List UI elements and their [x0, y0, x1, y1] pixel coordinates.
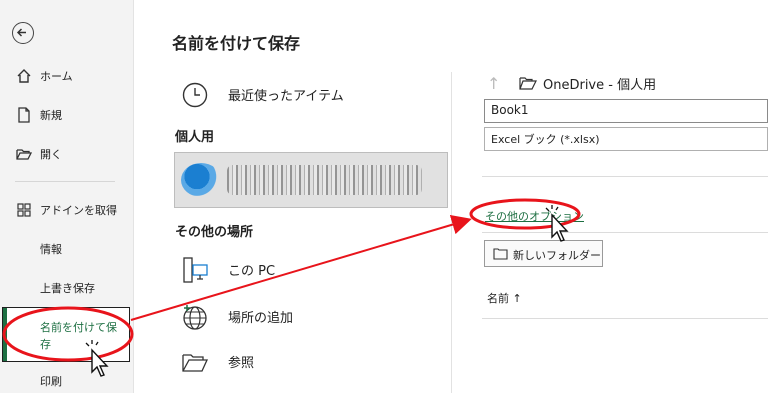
sidebar-item-open[interactable]: 開く — [0, 140, 133, 168]
sidebar-divider — [15, 181, 115, 182]
breadcrumb-location[interactable]: OneDrive - 個人用 — [543, 74, 656, 93]
new-document-icon — [18, 107, 30, 123]
divider — [482, 318, 768, 319]
home-icon — [17, 69, 31, 83]
this-pc-icon — [183, 257, 208, 283]
browse-folder-icon — [182, 354, 209, 372]
sidebar-item-label: ホーム — [40, 70, 73, 83]
up-arrow-icon[interactable]: ↑ — [487, 74, 500, 93]
divider — [482, 232, 768, 233]
new-folder-button[interactable]: 新しいフォルダー — [484, 240, 603, 267]
back-arrow-icon[interactable] — [12, 22, 34, 44]
new-folder-label: 新しいフォルダー — [513, 249, 601, 262]
sidebar-item-label: 印刷 — [40, 375, 62, 388]
divider — [482, 176, 768, 177]
sidebar-item-label: 上書き保存 — [40, 282, 95, 295]
sidebar-item-save-as[interactable]: 名前を付けて保存 — [2, 307, 130, 362]
account-avatar — [181, 163, 221, 197]
active-indicator — [3, 308, 7, 361]
sidebar-item-info[interactable]: 情報 — [0, 235, 133, 263]
onedrive-account-tile[interactable] — [174, 152, 448, 208]
addins-grid-icon — [17, 203, 31, 217]
section-header-personal: 個人用 — [175, 130, 215, 145]
filename-input[interactable]: Book1 — [484, 99, 768, 123]
new-folder-icon — [493, 248, 508, 260]
sidebar-item-label: 情報 — [40, 243, 62, 256]
filetype-select[interactable]: Excel ブック (*.xlsx) — [484, 127, 768, 151]
redacted-account-name — [227, 165, 422, 195]
sidebar-item-save[interactable]: 上書き保存 — [0, 274, 133, 302]
clock-icon — [182, 82, 208, 108]
sidebar-item-label: 新規 — [40, 109, 62, 122]
sidebar-item-label: 開く — [40, 148, 62, 161]
location-add-place[interactable]: 場所の追加 — [170, 296, 445, 336]
sidebar-item-home[interactable]: ホーム — [0, 62, 133, 90]
sidebar-item-label: アドインを取得 — [40, 204, 117, 217]
sidebar-item-label: 名前を付けて保存 — [40, 321, 117, 351]
location-label: 最近使ったアイテム — [228, 88, 344, 104]
location-label: この PC — [228, 263, 276, 279]
column-divider — [451, 72, 452, 393]
location-this-pc[interactable]: この PC — [170, 249, 445, 289]
folder-icon — [519, 77, 537, 90]
sort-by-name-header[interactable]: 名前 ↑ — [487, 290, 522, 306]
location-label: 場所の追加 — [228, 310, 294, 326]
page-title: 名前を付けて保存 — [172, 34, 301, 53]
location-recent[interactable]: 最近使ったアイテム — [170, 74, 445, 114]
sidebar-item-print[interactable]: 印刷 — [0, 367, 133, 395]
location-label: 参照 — [228, 355, 255, 371]
sidebar-item-new[interactable]: 新規 — [0, 101, 133, 129]
sidebar-item-get-addins[interactable]: アドインを取得 — [0, 196, 133, 224]
section-header-other: その他の場所 — [175, 225, 254, 240]
open-folder-icon — [16, 149, 33, 160]
globe-icon — [183, 305, 207, 330]
more-options-link[interactable]: その他のオプション — [485, 208, 584, 224]
location-browse[interactable]: 参照 — [170, 341, 445, 381]
